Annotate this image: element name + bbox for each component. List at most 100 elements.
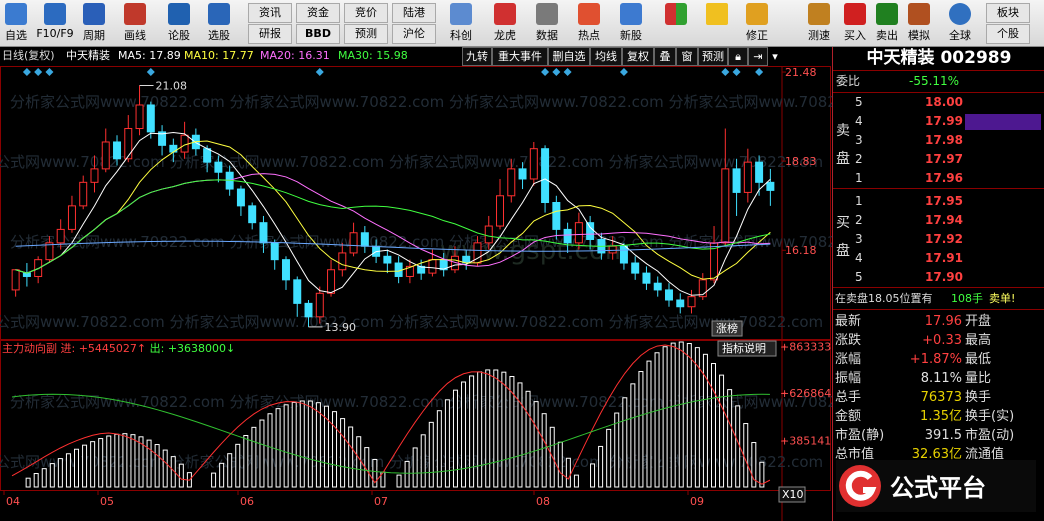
toolbar-item-global[interactable]: 全球 <box>942 2 978 44</box>
tab-remove-watch[interactable]: 删自选 <box>548 47 590 66</box>
candle-body <box>146 104 155 133</box>
candle-body <box>281 259 290 281</box>
toolbar-news-button[interactable]: 资讯 <box>248 3 292 23</box>
toolbar-item-dragon[interactable]: 龙虎 <box>488 2 522 44</box>
candle-body <box>67 205 76 230</box>
toolbar-sector-button[interactable]: 板块 <box>986 3 1030 23</box>
inflow-bar <box>348 426 354 488</box>
price-tick-label: 16.18 <box>785 244 817 257</box>
ask-level-row[interactable]: 1 17.96 <box>833 170 1044 187</box>
tab-window[interactable]: 窗 <box>676 47 698 66</box>
inflow-bar <box>646 360 652 488</box>
buy-icon <box>844 3 866 25</box>
level-number: 2 <box>855 152 863 166</box>
clock-icon <box>83 3 105 25</box>
candle-body <box>541 148 550 203</box>
expand-icon[interactable]: ⇥ <box>748 47 768 66</box>
toolbar-item-star[interactable]: 科创 <box>444 2 478 44</box>
toolbar-item-buy[interactable]: 买入 <box>840 2 870 44</box>
candle-body <box>236 188 245 207</box>
event-marker-icon <box>22 68 31 76</box>
stock-software-window: 自选 F10/F9 周期 画线 论股 选股 资讯 资金 竞价 陆港 研报 BBD… <box>0 0 1044 521</box>
bid-level-row[interactable]: 4 17.91 <box>833 250 1044 267</box>
inflow-bar <box>267 413 273 488</box>
lock-icon[interactable]: 🔒︎ <box>728 47 748 66</box>
candle-body <box>338 252 347 271</box>
ask-level-row[interactable]: 2 17.97 <box>833 151 1044 168</box>
toolbar-item-period[interactable]: 周期 <box>78 2 110 44</box>
toolbar-item-draw[interactable]: 画线 <box>118 2 152 44</box>
ask-level-row[interactable]: 5 18.00 <box>833 94 1044 111</box>
toolbar-item-simulate[interactable]: 模拟 <box>904 2 934 44</box>
bid-level-row[interactable]: 2 17.94 <box>833 212 1044 229</box>
toolbar-item-f10[interactable]: F10/F9 <box>34 2 76 44</box>
fix-icon <box>746 3 768 25</box>
toolbar-item-fix[interactable]: 修正 <box>740 2 774 44</box>
inflow-bar <box>452 389 458 488</box>
inflow-bar <box>154 444 160 488</box>
tab-major-events[interactable]: 重大事件 <box>492 47 548 66</box>
stat-row: 振幅 8.11% 量比 <box>833 370 1044 387</box>
inflow-bar <box>477 371 483 488</box>
toolbar-item-ipo[interactable]: 新股 <box>614 2 648 44</box>
toolbar-item-sell[interactable]: 卖出 <box>872 2 902 44</box>
candle-body <box>743 161 752 193</box>
toolbar-layout-button[interactable] <box>660 2 692 44</box>
dragon-tiger-icon <box>494 3 516 25</box>
toolbar-item-watchlist[interactable]: 自选 <box>0 2 32 44</box>
toolbar-item-discuss[interactable]: 论股 <box>162 2 196 44</box>
candle-body <box>11 269 20 291</box>
month-label: 07 <box>374 495 388 508</box>
level-number: 5 <box>855 95 863 109</box>
toolbar-funds-button[interactable]: 资金 <box>296 3 340 23</box>
tab-nine-turn[interactable]: 九转 <box>462 47 492 66</box>
candle-body <box>180 134 189 153</box>
inflow-bar <box>670 342 676 488</box>
inflow-bar <box>444 399 450 488</box>
toolbar-sh-london-button[interactable]: 沪伦 <box>392 24 436 44</box>
bid-level-row[interactable]: 1 17.95 <box>833 193 1044 210</box>
inflow-bar <box>420 434 426 488</box>
toolbar-stock-button[interactable]: 个股 <box>986 24 1030 44</box>
stat-value: +1.87% <box>909 352 962 367</box>
level-number: 3 <box>855 133 863 147</box>
stat-value: 76373 <box>920 390 962 405</box>
stat-label-right: 量比 <box>965 371 992 386</box>
toolbar-item-speed[interactable]: 测速 <box>802 2 836 44</box>
toolbar-auction-button[interactable]: 竞价 <box>344 3 388 23</box>
toolbar-item-hot[interactable]: 热点 <box>572 2 606 44</box>
event-marker-icon <box>619 68 628 76</box>
bid-level-row[interactable]: 5 17.90 <box>833 269 1044 286</box>
toolbar-research-button[interactable]: 研报 <box>248 24 292 44</box>
indicator-tick-label: +863333 <box>780 340 831 353</box>
candle-body <box>653 282 662 291</box>
candle-body <box>259 222 268 244</box>
inflow-bar <box>25 477 31 488</box>
kline-chart[interactable]: 分析家公式网www.70822.com 分析家公式网www.70822.com … <box>0 47 832 521</box>
tab-adjust[interactable]: 复权 <box>622 47 654 66</box>
ask-level-row[interactable]: 4 17.99 <box>833 113 1044 130</box>
divider <box>833 188 1044 189</box>
toolbar-item-data[interactable]: 数据 <box>530 2 564 44</box>
ask-level-row[interactable]: 3 17.98 <box>833 132 1044 149</box>
tab-forecast[interactable]: 预测 <box>698 47 728 66</box>
tab-ma[interactable]: 均线 <box>590 47 622 66</box>
toolbar-forecast-button[interactable]: 预测 <box>344 24 388 44</box>
inflow-bar <box>517 382 523 488</box>
toolbar-back-button[interactable] <box>700 2 734 44</box>
bid-level-row[interactable]: 3 17.92 <box>833 231 1044 248</box>
level-number: 4 <box>855 251 863 265</box>
toolbar-item-screener[interactable]: 选股 <box>202 2 236 44</box>
dropdown-icon[interactable]: ▾ <box>768 47 782 66</box>
stat-label: 振幅 <box>835 371 862 386</box>
ma20-label: MA20: 16.31 <box>260 49 330 62</box>
inflow-bar <box>106 435 112 488</box>
toolbar-hk-connect-button[interactable]: 陆港 <box>392 3 436 23</box>
toolbar-bbd-button[interactable]: BBD <box>296 24 340 44</box>
inflow-bar <box>719 374 725 488</box>
inflow-bar <box>412 447 418 488</box>
inflow-bar <box>307 400 313 488</box>
inflow-bar <box>33 473 39 488</box>
tab-overlay[interactable]: 叠 <box>654 47 676 66</box>
candle-body <box>101 141 110 170</box>
